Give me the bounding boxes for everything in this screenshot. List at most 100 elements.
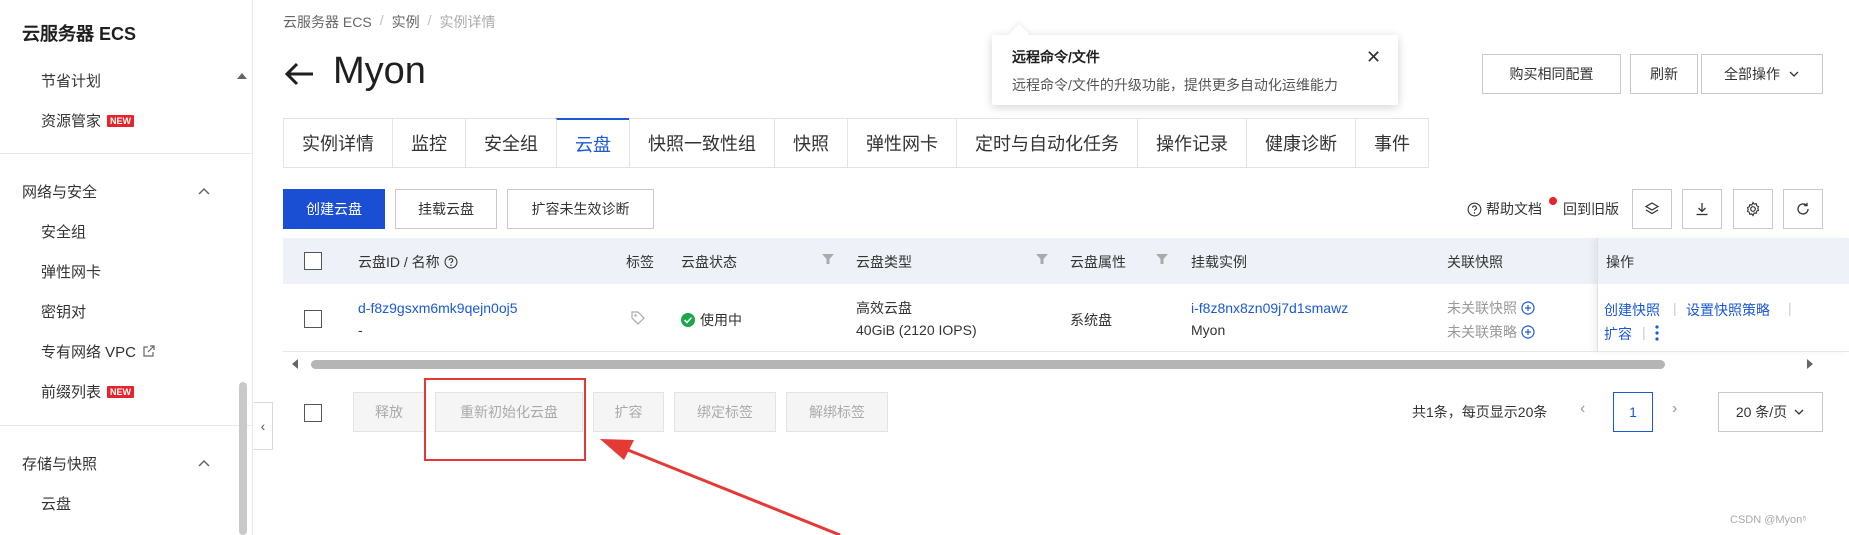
check-circle-icon (681, 313, 695, 327)
buy-same-config-button[interactable]: 购买相同配置 (1482, 54, 1621, 94)
breadcrumb-item-instances[interactable]: 实例 (392, 12, 420, 32)
disk-id-link[interactable]: d-f8z9gsxm6mk9qejn0oj5 (358, 300, 518, 316)
disk-spec: 40GiB (2120 IOPS) (856, 322, 977, 338)
tab-monitoring[interactable]: 监控 (392, 118, 466, 168)
column-header-tag: 标签 (626, 254, 654, 270)
sidebar-item-eni[interactable]: 弹性网卡 (41, 261, 101, 282)
reload-button[interactable] (1783, 189, 1823, 229)
create-disk-button[interactable]: 创建云盘 (283, 189, 385, 229)
notification-dot (1549, 197, 1557, 205)
sidebar-item-keypair[interactable]: 密钥对 (41, 301, 86, 322)
unbind-tag-button[interactable]: 解绑标签 (786, 392, 888, 432)
scroll-up-icon[interactable] (237, 73, 247, 79)
page-number-button[interactable]: 1 (1613, 392, 1653, 432)
button-label: 绑定标签 (697, 404, 753, 420)
help-docs-link[interactable]: 帮助文档 (1467, 199, 1542, 219)
column-header-type: 云盘类型 (856, 254, 912, 270)
tab-operation-log[interactable]: 操作记录 (1137, 118, 1247, 168)
layers-button[interactable] (1632, 189, 1672, 229)
snapshot-status: 未关联快照 (1447, 298, 1535, 318)
column-header-status: 云盘状态 (681, 254, 737, 270)
add-circle-icon[interactable] (1521, 325, 1535, 339)
help-circle-icon[interactable] (444, 255, 458, 269)
sidebar-divider (0, 425, 252, 426)
popover-arrow (1009, 24, 1029, 44)
filter-icon[interactable] (821, 252, 835, 266)
sidebar-item-prefix-list[interactable]: 前缀列表 NEW (41, 381, 135, 402)
tag-icon[interactable] (630, 310, 646, 326)
back-arrow-icon[interactable] (283, 58, 315, 90)
breadcrumb-item-ecs[interactable]: 云服务器 ECS (283, 12, 372, 32)
row-checkbox[interactable] (304, 310, 322, 328)
old-version-link[interactable]: 回到旧版 (1563, 199, 1619, 219)
select-all-checkbox[interactable] (304, 252, 322, 270)
add-circle-icon[interactable] (1521, 301, 1535, 315)
tab-disk[interactable]: 云盘 (556, 118, 630, 168)
sidebar-group-storage[interactable]: 存储与快照 (22, 453, 97, 474)
release-button[interactable]: 释放 (353, 392, 425, 432)
disk-name: - (358, 322, 363, 338)
sidebar-item-label: 节省计划 (41, 73, 102, 90)
sidebar-item-security-group[interactable]: 安全组 (41, 221, 86, 242)
table-horizontal-scrollbar[interactable] (283, 356, 1849, 372)
set-snapshot-policy-link[interactable]: 设置快照策略 (1686, 300, 1770, 320)
scrollbar-thumb[interactable] (311, 360, 1665, 369)
chevron-up-icon[interactable] (196, 183, 212, 199)
download-button[interactable] (1682, 189, 1722, 229)
sidebar-scrollbar[interactable] (239, 382, 247, 535)
filter-icon[interactable] (1155, 252, 1169, 266)
instance-name: Myon (1191, 322, 1226, 338)
chevron-left-icon: ‹ (260, 418, 266, 434)
page-size-select[interactable]: 20 条/页 (1718, 392, 1823, 432)
tab-eni[interactable]: 弹性网卡 (847, 118, 957, 168)
tab-health-diagnosis[interactable]: 健康诊断 (1246, 118, 1356, 168)
caret-right-icon[interactable] (1806, 359, 1814, 369)
button-label: 全部操作 (1724, 66, 1780, 82)
sidebar-group-network[interactable]: 网络与安全 (22, 181, 97, 202)
create-snapshot-link[interactable]: 创建快照 (1604, 300, 1660, 320)
sidebar-item-resource-manager[interactable]: 资源管家 NEW (41, 110, 135, 131)
button-label: 挂载云盘 (418, 201, 474, 217)
policy-label: 未关联策略 (1447, 324, 1517, 340)
refresh-button[interactable]: 刷新 (1630, 54, 1698, 94)
sidebar-item-disk[interactable]: 云盘 (41, 493, 71, 514)
caret-left-icon[interactable] (291, 359, 299, 369)
tab-bar: 实例详情 监控 安全组 云盘 快照一致性组 快照 弹性网卡 定时与自动化任务 操… (283, 118, 1429, 168)
download-icon (1696, 203, 1708, 216)
sidebar-item-vpc[interactable]: 专有网络 VPC (41, 341, 155, 362)
bulk-select-checkbox[interactable] (304, 404, 322, 422)
sidebar-group-label: 网络与安全 (22, 184, 98, 201)
expand-link[interactable]: 扩容 (1604, 324, 1632, 344)
tab-snapshot-consistency-group[interactable]: 快照一致性组 (629, 118, 775, 168)
tab-scheduled-tasks[interactable]: 定时与自动化任务 (956, 118, 1138, 168)
sidebar-item-label: 专有网络 VPC (41, 344, 137, 361)
tab-security-group[interactable]: 安全组 (465, 118, 557, 168)
settings-button[interactable] (1733, 189, 1773, 229)
ops-separator: | (1673, 300, 1677, 316)
attach-disk-button[interactable]: 挂载云盘 (395, 189, 497, 229)
close-icon[interactable]: ✕ (1366, 47, 1381, 68)
sidebar-collapse-button[interactable]: ‹ (254, 402, 273, 450)
page-size-label: 20 条/页 (1735, 404, 1788, 420)
chevron-up-icon[interactable] (196, 455, 212, 471)
new-badge: NEW (107, 114, 135, 127)
all-operations-dropdown[interactable]: 全部操作 (1701, 54, 1823, 94)
filter-icon[interactable] (1035, 252, 1049, 266)
bind-tag-button[interactable]: 绑定标签 (674, 392, 776, 432)
next-page-icon[interactable]: › (1672, 400, 1677, 418)
sidebar-item-savings-plan[interactable]: 节省计划 (41, 70, 101, 91)
sidebar-item-label: 密钥对 (41, 304, 87, 321)
more-vertical-icon[interactable] (1653, 324, 1661, 342)
tab-snapshot[interactable]: 快照 (774, 118, 848, 168)
tab-events[interactable]: 事件 (1355, 118, 1429, 168)
button-label: 释放 (375, 404, 403, 420)
disk-type: 高效云盘 (856, 300, 912, 316)
disk-status: 使用中 (681, 310, 742, 330)
expand-diagnose-button[interactable]: 扩容未生效诊断 (507, 189, 654, 229)
prev-page-icon[interactable]: ‹ (1580, 400, 1585, 418)
column-header-instance: 挂载实例 (1191, 254, 1247, 270)
expand-button[interactable]: 扩容 (593, 392, 664, 432)
instance-id-link[interactable]: i-f8z8nx8zn09j7d1smawz (1191, 300, 1348, 316)
tab-instance-details[interactable]: 实例详情 (283, 118, 393, 168)
watermark: CSDN @Myon⁵ (1730, 514, 1807, 526)
